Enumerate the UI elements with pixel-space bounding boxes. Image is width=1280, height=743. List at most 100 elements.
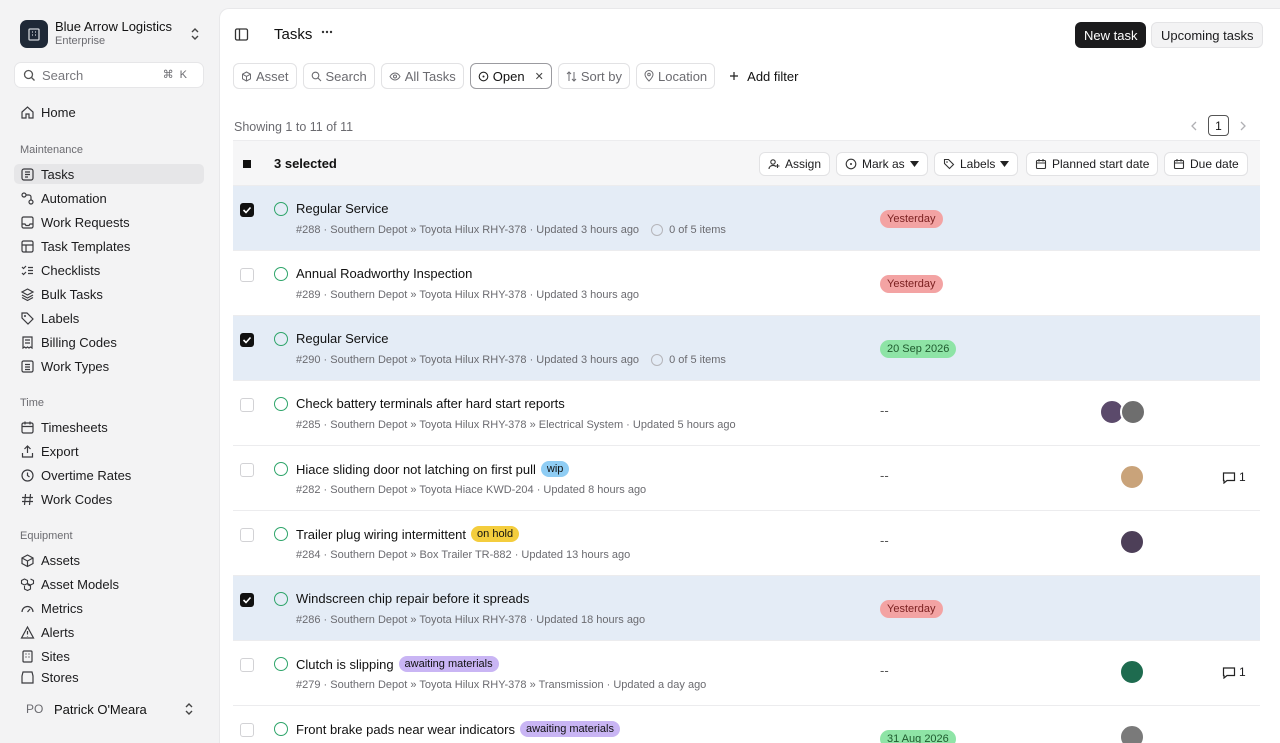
sidebar-item-bulk-tasks[interactable]: Bulk Tasks [14, 284, 204, 304]
task-title[interactable]: Annual Roadworthy Inspection [296, 266, 472, 281]
add-filter-button[interactable]: Add filter [721, 63, 806, 89]
status-open-icon[interactable] [274, 592, 288, 606]
status-open-icon[interactable] [274, 462, 288, 476]
task-title[interactable]: Hiace sliding door not latching on first… [296, 461, 570, 477]
task-title[interactable]: Regular Service [296, 201, 389, 216]
circle-status-icon [478, 71, 489, 82]
status-open-icon[interactable] [274, 267, 288, 281]
task-title-text: Clutch is slipping [296, 656, 394, 672]
upcoming-tasks-button[interactable]: Upcoming tasks [1151, 22, 1264, 48]
sidebar-toggle-icon[interactable] [234, 27, 249, 42]
status-open-icon[interactable] [274, 657, 288, 671]
status-open-icon[interactable] [274, 527, 288, 541]
remove-filter-icon[interactable]: ✕ [535, 70, 544, 83]
row-checkbox[interactable] [240, 723, 254, 737]
assignee-avatars[interactable] [1119, 659, 1145, 685]
filter-asset[interactable]: Asset [233, 63, 297, 89]
sidebar-item-checklists[interactable]: Checklists [14, 260, 204, 280]
task-meta-text: #279 · Southern Depot » Toyota Hilux RHY… [296, 679, 707, 691]
page-number[interactable]: 1 [1208, 115, 1229, 136]
filter-location[interactable]: Location [636, 63, 716, 89]
status-open-icon[interactable] [274, 397, 288, 411]
due-date-button[interactable]: Due date [1164, 152, 1248, 176]
sidebar-item-assets[interactable]: Assets [14, 550, 204, 570]
sidebar-item-automation[interactable]: Automation [14, 188, 204, 208]
filter-search[interactable]: Search [302, 63, 375, 89]
task-meta-text: #284 · Southern Depot » Box Trailer TR-8… [296, 549, 631, 561]
table-row[interactable]: Clutch is slipping awaiting materials #279… [233, 641, 1260, 706]
gauge-icon [20, 601, 35, 616]
comment-count[interactable]: 1 [1222, 470, 1246, 484]
row-checkbox[interactable] [240, 658, 254, 672]
assignee-avatars[interactable] [1119, 464, 1145, 490]
table-row[interactable]: Regular Service #288 · Southern Depot » T… [233, 186, 1260, 251]
sidebar-item-home[interactable]: Home [14, 102, 204, 122]
sidebar-item-labels[interactable]: Labels [14, 308, 204, 328]
new-task-button[interactable]: New task [1075, 22, 1147, 48]
row-checkbox[interactable] [240, 528, 254, 542]
row-checkbox[interactable] [240, 463, 254, 477]
chevron-left-icon[interactable] [1190, 121, 1198, 131]
row-checkbox[interactable] [240, 398, 254, 412]
select-all-checkbox[interactable] [243, 160, 251, 168]
sort-by[interactable]: Sort by [557, 63, 630, 89]
table-row[interactable]: Front brake pads near wear indicators awa… [233, 706, 1260, 743]
assignee-avatars[interactable] [1119, 724, 1145, 743]
task-meta: #279 · Southern Depot » Toyota Hilux RHY… [296, 679, 706, 691]
sidebar-item-export[interactable]: Export [14, 441, 204, 461]
avatar [1119, 529, 1145, 555]
user-menu[interactable]: PO Patrick O'Meara [14, 698, 204, 720]
filter-open[interactable]: Open ✕ [469, 63, 552, 89]
comment-count[interactable]: 1 [1222, 665, 1246, 679]
row-checkbox[interactable] [240, 203, 254, 217]
task-title[interactable]: Check battery terminals after hard start… [296, 396, 565, 411]
sidebar-item-timesheets[interactable]: Timesheets [14, 417, 204, 437]
planned-start-date-button[interactable]: Planned start date [1026, 152, 1159, 176]
table-row[interactable]: Trailer plug wiring intermittent on hold #… [233, 511, 1260, 576]
sidebar-item-work-types[interactable]: Work Types [14, 356, 204, 376]
sidebar-item-sites[interactable]: Sites [14, 646, 204, 666]
task-title[interactable]: Windscreen chip repair before it spreads [296, 591, 529, 606]
table-row[interactable]: Regular Service #290 · Southern Depot » T… [233, 316, 1260, 381]
status-open-icon[interactable] [274, 202, 288, 216]
sidebar-item-label: Bulk Tasks [41, 286, 103, 302]
sidebar-item-work-requests[interactable]: Work Requests [14, 212, 204, 232]
assignee-avatars[interactable] [1119, 529, 1145, 555]
more-options-icon[interactable] [320, 25, 334, 39]
row-checkbox[interactable] [240, 268, 254, 282]
chevron-right-icon[interactable] [1239, 121, 1247, 131]
table-row[interactable]: Hiace sliding door not latching on first… [233, 446, 1260, 511]
org-switcher[interactable]: Blue Arrow Logistics Enterprise [20, 20, 210, 48]
assignee-avatars[interactable] [1099, 399, 1146, 425]
status-open-icon[interactable] [274, 332, 288, 346]
task-title[interactable]: Regular Service [296, 331, 389, 346]
row-checkbox[interactable] [240, 593, 254, 607]
sidebar-search[interactable]: Search ⌘K [14, 62, 204, 88]
mark-as-dropdown[interactable]: Mark as [836, 152, 928, 176]
sidebar-item-alerts[interactable]: Alerts [14, 622, 204, 642]
task-title[interactable]: Clutch is slipping awaiting materials [296, 656, 499, 672]
assign-button[interactable]: Assign [759, 152, 831, 176]
sidebar-item-label: Task Templates [41, 238, 131, 254]
row-checkbox[interactable] [240, 333, 254, 347]
status-open-icon[interactable] [274, 722, 288, 736]
sidebar-item-metrics[interactable]: Metrics [14, 598, 204, 618]
table-row[interactable]: Check battery terminals after hard start… [233, 381, 1260, 446]
sidebar-item-tasks[interactable]: Tasks [14, 164, 204, 184]
sidebar-item-asset-models[interactable]: Asset Models [14, 574, 204, 594]
comment-icon [1222, 471, 1236, 484]
task-title[interactable]: Front brake pads near wear indicators awa… [296, 721, 620, 737]
sidebar-item-work-codes[interactable]: Work Codes [14, 489, 204, 509]
task-label-badge: awaiting materials [398, 656, 499, 672]
table-row[interactable]: Annual Roadworthy Inspection #289 · South… [233, 251, 1260, 316]
sidebar-item-overtime-rates[interactable]: Overtime Rates [14, 465, 204, 485]
sidebar-item-stores[interactable]: Stores [14, 670, 204, 684]
filter-label: Search [325, 68, 367, 84]
sidebar-item-task-templates[interactable]: Task Templates [14, 236, 204, 256]
filter-all-tasks[interactable]: All Tasks [380, 63, 464, 89]
labels-dropdown[interactable]: Labels [934, 152, 1019, 176]
table-row[interactable]: Windscreen chip repair before it spreads… [233, 576, 1260, 641]
task-title-text: Annual Roadworthy Inspection [296, 266, 473, 281]
sidebar-item-billing-codes[interactable]: Billing Codes [14, 332, 204, 352]
task-title[interactable]: Trailer plug wiring intermittent on hold [296, 526, 520, 542]
